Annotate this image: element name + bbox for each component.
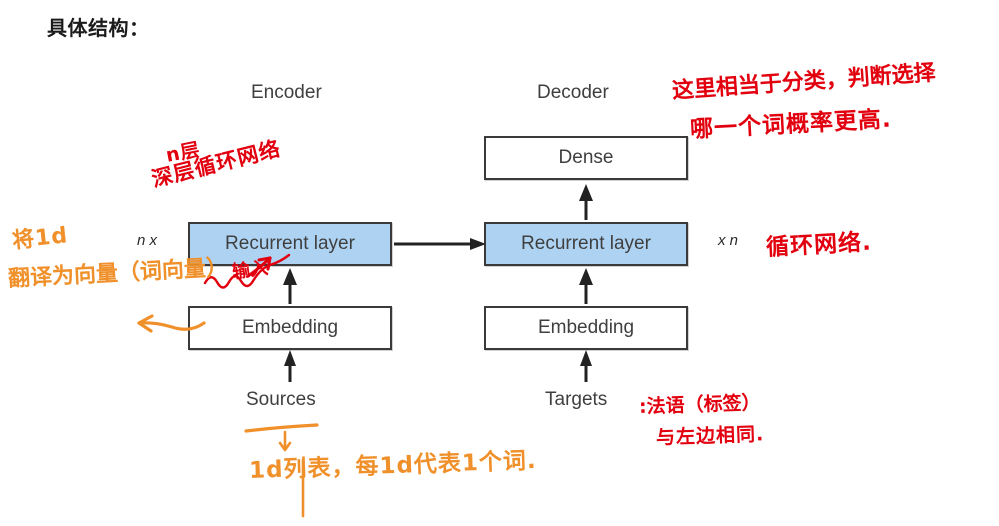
decoder-targets-label: Targets	[545, 389, 608, 410]
annotation-input-label: 输入	[230, 257, 270, 283]
arrow-encoder-to-decoder	[394, 238, 486, 250]
decoder-multiplier-label: x n	[718, 232, 739, 249]
annotation-rnn-label: 循环网络.	[765, 229, 873, 261]
arrow-sources-to-embedding	[284, 350, 296, 382]
annotation-word-vector-line1: 将1d	[10, 223, 70, 254]
annotation-classification-line2: 哪一个词概率更高.	[689, 106, 893, 143]
annotation-word-vector-line2: 翻译为向量（词向量）	[7, 255, 229, 292]
annotation-targets-line2: 与左边相同.	[655, 423, 765, 449]
page-title: 具体结构：	[47, 18, 150, 40]
encoder-embedding-box[interactable]: Embedding	[188, 306, 392, 350]
arrow-targets-to-embedding	[580, 350, 592, 382]
encoder-title: Encoder	[251, 82, 322, 103]
encoder-recurrent-layer-label: Recurrent layer	[225, 233, 355, 254]
annotation-targets-line1: :法语（标签）	[638, 391, 761, 418]
arrow-embedding-to-recurrent-decoder	[579, 268, 593, 304]
decoder-dense-label: Dense	[558, 147, 614, 168]
annotation-sources-note: 1d列表，每1d代表1个词.	[248, 447, 538, 484]
encoder-multiplier-label: n x	[137, 232, 158, 249]
decoder-embedding-box[interactable]: Embedding	[484, 306, 688, 350]
decoder-embedding-label: Embedding	[537, 317, 635, 338]
encoder-embedding-label: Embedding	[241, 317, 339, 338]
arrow-embedding-to-recurrent-encoder	[283, 268, 297, 304]
decoder-recurrent-layer-label: Recurrent layer	[521, 233, 651, 254]
decoder-dense-box[interactable]: Dense	[484, 136, 688, 180]
annotation-classification-line1: 这里相当于分类，判断选择	[671, 60, 937, 104]
slide-canvas: 具体结构： Encoder Decoder n x Recurrent laye…	[0, 0, 999, 526]
decoder-recurrent-layer-box[interactable]: Recurrent layer	[484, 222, 688, 266]
decoder-title: Decoder	[537, 82, 609, 103]
arrow-recurrent-to-dense	[579, 184, 593, 220]
encoder-sources-label: Sources	[246, 389, 316, 410]
